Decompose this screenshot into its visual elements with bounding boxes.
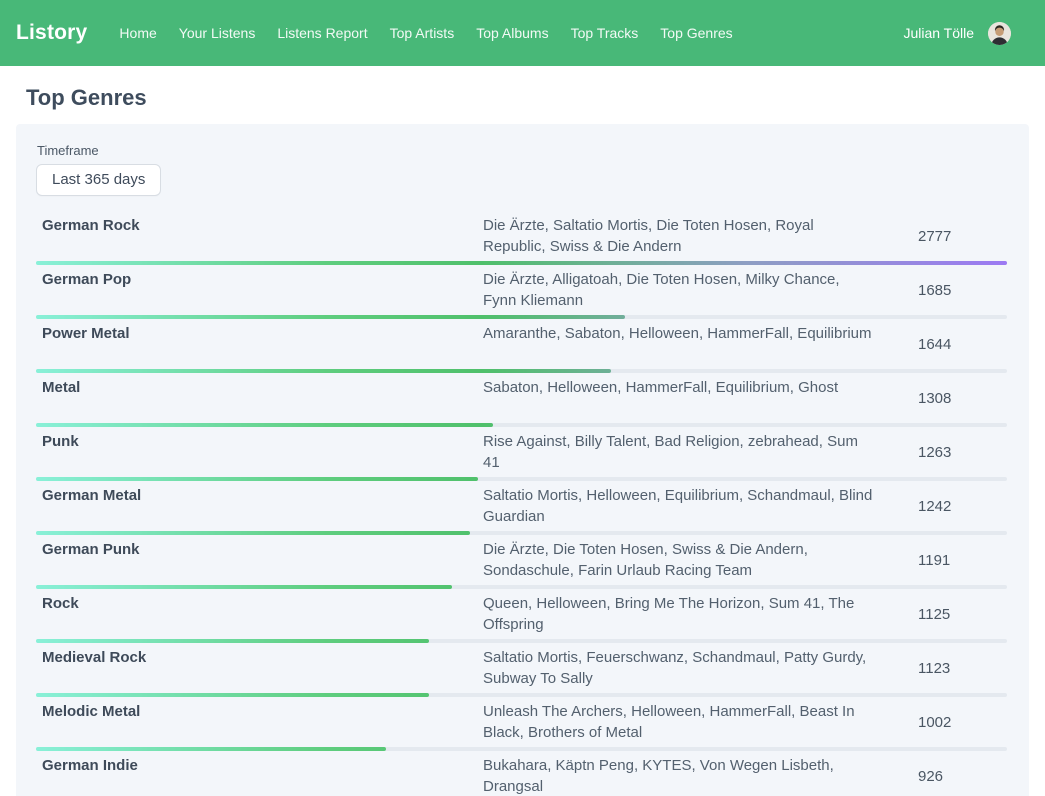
genre-bar-fill-clip [36, 585, 452, 589]
genre-count: 926 [875, 768, 1007, 785]
genre-bar-track [36, 315, 1007, 319]
genre-count: 1002 [875, 714, 1007, 731]
genre-bar-fill [36, 693, 429, 697]
genre-name: Punk [36, 431, 483, 452]
genre-name: German Indie [36, 755, 483, 776]
genre-bar-fill-clip [36, 639, 429, 643]
genre-artists: Sabaton, Helloween, HammerFall, Equilibr… [483, 377, 875, 398]
table-row: German Metal Saltatio Mortis, Helloween,… [36, 481, 1007, 535]
genre-bar-fill-clip [36, 477, 478, 481]
table-row: Metal Sabaton, Helloween, HammerFall, Eq… [36, 373, 1007, 427]
genre-artists: Queen, Helloween, Bring Me The Horizon, … [483, 593, 875, 635]
genre-bar-fill-clip [36, 693, 429, 697]
genre-bar-fill [36, 639, 429, 643]
table-row: German Punk Die Ärzte, Die Toten Hosen, … [36, 535, 1007, 589]
genre-name: German Pop [36, 269, 483, 290]
nav-item-top-artists[interactable]: Top Artists [390, 25, 455, 41]
genre-artists: Die Ärzte, Die Toten Hosen, Swiss & Die … [483, 539, 875, 581]
genre-bar-fill [36, 747, 386, 751]
genre-artists: Rise Against, Billy Talent, Bad Religion… [483, 431, 875, 473]
genre-bar-fill-clip [36, 315, 625, 319]
user-name: Julian Tölle [903, 25, 974, 41]
genre-bar-track [36, 531, 1007, 535]
timeframe-filter: Timeframe Last 365 days [36, 143, 1007, 196]
user-menu[interactable]: Julian Tölle [903, 22, 1029, 45]
nav-item-top-albums[interactable]: Top Albums [476, 25, 548, 41]
genre-bar-fill-clip [36, 531, 470, 535]
genre-bar-fill-clip [36, 747, 386, 751]
table-row: Rock Queen, Helloween, Bring Me The Hori… [36, 589, 1007, 643]
genre-bar-track [36, 585, 1007, 589]
genre-name: German Rock [36, 215, 483, 236]
genre-artists: Bukahara, Käptn Peng, KYTES, Von Wegen L… [483, 755, 875, 796]
genre-name: German Punk [36, 539, 483, 560]
genre-count: 1308 [875, 390, 1007, 407]
genre-name: German Metal [36, 485, 483, 506]
genre-artists: Die Ärzte, Saltatio Mortis, Die Toten Ho… [483, 215, 875, 257]
genre-bar-fill-clip [36, 261, 1007, 265]
genre-bar-track [36, 477, 1007, 481]
genre-count: 1125 [875, 606, 1007, 623]
genre-bar-fill [36, 261, 1007, 265]
nav-item-your-listens[interactable]: Your Listens [179, 25, 256, 41]
genre-artists: Die Ärzte, Alligatoah, Die Toten Hosen, … [483, 269, 875, 311]
genre-bar-fill [36, 477, 478, 481]
genre-bar-fill [36, 315, 625, 319]
genre-count: 1644 [875, 336, 1007, 353]
genre-bar-fill [36, 531, 470, 535]
genre-table: German Rock Die Ärzte, Saltatio Mortis, … [36, 211, 1007, 796]
table-row: Power Metal Amaranthe, Sabaton, Hellowee… [36, 319, 1007, 373]
genre-name: Metal [36, 377, 483, 398]
genre-count: 1242 [875, 498, 1007, 515]
table-row: German Rock Die Ärzte, Saltatio Mortis, … [36, 211, 1007, 265]
genre-artists: Amaranthe, Sabaton, Helloween, HammerFal… [483, 323, 875, 344]
genre-count: 1191 [875, 552, 1007, 569]
genre-bar-fill [36, 585, 452, 589]
timeframe-select[interactable]: Last 365 days [36, 164, 161, 196]
table-row: German Indie Bukahara, Käptn Peng, KYTES… [36, 751, 1007, 796]
timeframe-label: Timeframe [37, 143, 1007, 158]
genre-bar-fill-clip [36, 369, 611, 373]
nav-item-top-genres[interactable]: Top Genres [660, 25, 732, 41]
table-row: Punk Rise Against, Billy Talent, Bad Rel… [36, 427, 1007, 481]
genre-name: Medieval Rock [36, 647, 483, 668]
genre-name: Power Metal [36, 323, 483, 344]
genre-bar-track [36, 639, 1007, 643]
app-logo[interactable]: Listory [16, 21, 87, 45]
genre-name: Rock [36, 593, 483, 614]
genre-artists: Saltatio Mortis, Feuerschwanz, Schandmau… [483, 647, 875, 689]
page-title: Top Genres [26, 85, 1045, 111]
nav-item-listens-report[interactable]: Listens Report [277, 25, 367, 41]
app-header: Listory Home Your Listens Listens Report… [0, 0, 1045, 66]
genre-count: 2777 [875, 228, 1007, 245]
genre-bar-track [36, 369, 1007, 373]
genre-artists: Saltatio Mortis, Helloween, Equilibrium,… [483, 485, 875, 527]
genre-bar-fill-clip [36, 423, 493, 427]
genre-bar-track [36, 747, 1007, 751]
genre-bar-fill [36, 369, 611, 373]
genre-bar-fill [36, 423, 493, 427]
user-avatar-icon [988, 22, 1011, 45]
genre-bar-track [36, 423, 1007, 427]
genre-name: Melodic Metal [36, 701, 483, 722]
nav-item-top-tracks[interactable]: Top Tracks [571, 25, 639, 41]
genre-artists: Unleash The Archers, Helloween, HammerFa… [483, 701, 875, 743]
table-row: German Pop Die Ärzte, Alligatoah, Die To… [36, 265, 1007, 319]
genre-count: 1263 [875, 444, 1007, 461]
table-row: Melodic Metal Unleash The Archers, Hello… [36, 697, 1007, 751]
genre-bar-track [36, 693, 1007, 697]
nav-item-home[interactable]: Home [119, 25, 156, 41]
genre-count: 1123 [875, 660, 1007, 677]
genre-count: 1685 [875, 282, 1007, 299]
main-content: Top Genres Timeframe Last 365 days Germa… [0, 85, 1045, 796]
top-genres-card: Timeframe Last 365 days German Rock Die … [16, 124, 1029, 796]
table-row: Medieval Rock Saltatio Mortis, Feuerschw… [36, 643, 1007, 697]
genre-bar-track [36, 261, 1007, 265]
main-nav: Home Your Listens Listens Report Top Art… [119, 25, 754, 41]
